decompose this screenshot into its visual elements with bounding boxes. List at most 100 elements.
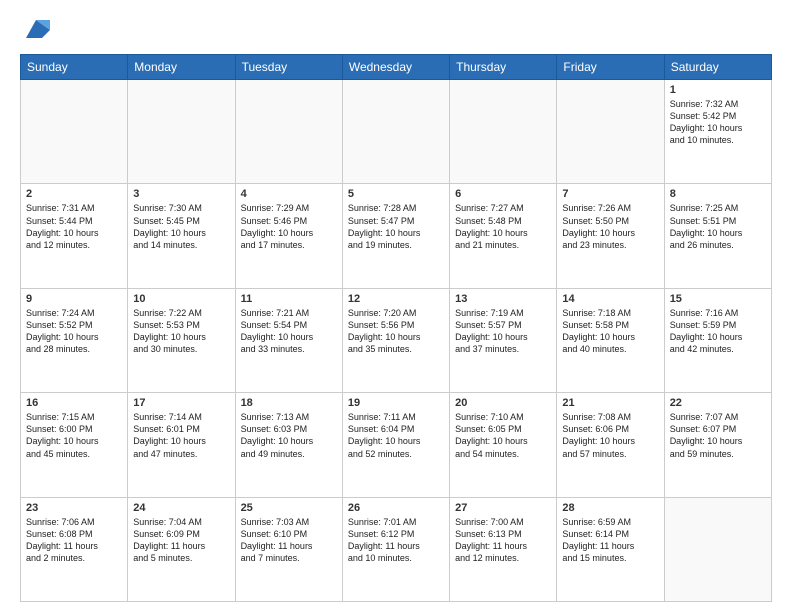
day-info: Sunrise: 7:19 AM Sunset: 5:57 PM Dayligh… xyxy=(455,307,551,356)
day-info: Sunrise: 7:15 AM Sunset: 6:00 PM Dayligh… xyxy=(26,411,122,460)
calendar-cell xyxy=(664,497,771,601)
day-number: 1 xyxy=(670,84,766,96)
header xyxy=(20,16,772,44)
day-number: 27 xyxy=(455,502,551,514)
day-number: 10 xyxy=(133,293,229,305)
day-number: 18 xyxy=(241,397,337,409)
calendar-cell: 16 Sunrise: 7:15 AM Sunset: 6:00 PM Dayli… xyxy=(21,393,128,497)
day-number: 6 xyxy=(455,188,551,200)
day-info: Sunrise: 7:29 AM Sunset: 5:46 PM Dayligh… xyxy=(241,202,337,251)
day-info: Sunrise: 7:03 AM Sunset: 6:10 PM Dayligh… xyxy=(241,516,337,565)
day-number: 9 xyxy=(26,293,122,305)
calendar-cell: 6 Sunrise: 7:27 AM Sunset: 5:48 PM Daylig… xyxy=(450,184,557,288)
day-number: 14 xyxy=(562,293,658,305)
calendar-cell: 21 Sunrise: 7:08 AM Sunset: 6:06 PM Dayli… xyxy=(557,393,664,497)
weekday-header-friday: Friday xyxy=(557,55,664,80)
day-number: 24 xyxy=(133,502,229,514)
logo-icon xyxy=(22,16,50,44)
day-number: 8 xyxy=(670,188,766,200)
day-info: Sunrise: 7:32 AM Sunset: 5:42 PM Dayligh… xyxy=(670,98,766,147)
day-info: Sunrise: 7:18 AM Sunset: 5:58 PM Dayligh… xyxy=(562,307,658,356)
calendar-week-3: 9 Sunrise: 7:24 AM Sunset: 5:52 PM Daylig… xyxy=(21,288,772,392)
day-number: 12 xyxy=(348,293,444,305)
day-info: Sunrise: 7:30 AM Sunset: 5:45 PM Dayligh… xyxy=(133,202,229,251)
day-number: 16 xyxy=(26,397,122,409)
day-number: 25 xyxy=(241,502,337,514)
calendar-cell: 18 Sunrise: 7:13 AM Sunset: 6:03 PM Dayli… xyxy=(235,393,342,497)
logo xyxy=(20,16,50,44)
day-info: Sunrise: 7:14 AM Sunset: 6:01 PM Dayligh… xyxy=(133,411,229,460)
day-info: Sunrise: 7:08 AM Sunset: 6:06 PM Dayligh… xyxy=(562,411,658,460)
calendar-cell: 19 Sunrise: 7:11 AM Sunset: 6:04 PM Dayli… xyxy=(342,393,449,497)
day-number: 4 xyxy=(241,188,337,200)
day-info: Sunrise: 7:10 AM Sunset: 6:05 PM Dayligh… xyxy=(455,411,551,460)
day-number: 17 xyxy=(133,397,229,409)
day-number: 5 xyxy=(348,188,444,200)
calendar-cell: 28Sunrise: 6:59 AM Sunset: 6:14 PM Dayli… xyxy=(557,497,664,601)
calendar-week-1: 1 Sunrise: 7:32 AM Sunset: 5:42 PM Daylig… xyxy=(21,80,772,184)
day-info: Sunrise: 7:16 AM Sunset: 5:59 PM Dayligh… xyxy=(670,307,766,356)
calendar-cell: 13 Sunrise: 7:19 AM Sunset: 5:57 PM Dayli… xyxy=(450,288,557,392)
calendar-cell: 10 Sunrise: 7:22 AM Sunset: 5:53 PM Dayli… xyxy=(128,288,235,392)
calendar-cell: 24 Sunrise: 7:04 AM Sunset: 6:09 PM Dayli… xyxy=(128,497,235,601)
weekday-header-thursday: Thursday xyxy=(450,55,557,80)
calendar-cell: 22 Sunrise: 7:07 AM Sunset: 6:07 PM Dayli… xyxy=(664,393,771,497)
day-info: Sunrise: 7:31 AM Sunset: 5:44 PM Dayligh… xyxy=(26,202,122,251)
calendar-cell: 5 Sunrise: 7:28 AM Sunset: 5:47 PM Daylig… xyxy=(342,184,449,288)
calendar-cell: 15 Sunrise: 7:16 AM Sunset: 5:59 PM Dayli… xyxy=(664,288,771,392)
day-number: 3 xyxy=(133,188,229,200)
day-info: Sunrise: 7:22 AM Sunset: 5:53 PM Dayligh… xyxy=(133,307,229,356)
calendar-cell: 23Sunrise: 7:06 AM Sunset: 6:08 PM Dayli… xyxy=(21,497,128,601)
calendar-cell xyxy=(235,80,342,184)
calendar-cell: 3 Sunrise: 7:30 AM Sunset: 5:45 PM Daylig… xyxy=(128,184,235,288)
calendar-cell xyxy=(557,80,664,184)
calendar-week-4: 16 Sunrise: 7:15 AM Sunset: 6:00 PM Dayli… xyxy=(21,393,772,497)
day-number: 22 xyxy=(670,397,766,409)
calendar-cell: 20 Sunrise: 7:10 AM Sunset: 6:05 PM Dayli… xyxy=(450,393,557,497)
calendar-cell: 17 Sunrise: 7:14 AM Sunset: 6:01 PM Dayli… xyxy=(128,393,235,497)
calendar-cell: 14 Sunrise: 7:18 AM Sunset: 5:58 PM Dayli… xyxy=(557,288,664,392)
day-info: Sunrise: 7:11 AM Sunset: 6:04 PM Dayligh… xyxy=(348,411,444,460)
calendar-cell: 4 Sunrise: 7:29 AM Sunset: 5:46 PM Daylig… xyxy=(235,184,342,288)
calendar-cell: 9 Sunrise: 7:24 AM Sunset: 5:52 PM Daylig… xyxy=(21,288,128,392)
day-number: 7 xyxy=(562,188,658,200)
day-number: 28 xyxy=(562,502,658,514)
day-info: Sunrise: 7:27 AM Sunset: 5:48 PM Dayligh… xyxy=(455,202,551,251)
weekday-header-sunday: Sunday xyxy=(21,55,128,80)
calendar-week-5: 23Sunrise: 7:06 AM Sunset: 6:08 PM Dayli… xyxy=(21,497,772,601)
day-info: Sunrise: 7:04 AM Sunset: 6:09 PM Dayligh… xyxy=(133,516,229,565)
day-info: Sunrise: 7:13 AM Sunset: 6:03 PM Dayligh… xyxy=(241,411,337,460)
calendar-cell: 26 Sunrise: 7:01 AM Sunset: 6:12 PM Dayli… xyxy=(342,497,449,601)
calendar-cell: 25 Sunrise: 7:03 AM Sunset: 6:10 PM Dayli… xyxy=(235,497,342,601)
weekday-header-monday: Monday xyxy=(128,55,235,80)
day-number: 13 xyxy=(455,293,551,305)
calendar-cell: 27Sunrise: 7:00 AM Sunset: 6:13 PM Dayli… xyxy=(450,497,557,601)
day-info: Sunrise: 7:24 AM Sunset: 5:52 PM Dayligh… xyxy=(26,307,122,356)
day-number: 26 xyxy=(348,502,444,514)
weekday-header-row: SundayMondayTuesdayWednesdayThursdayFrid… xyxy=(21,55,772,80)
weekday-header-wednesday: Wednesday xyxy=(342,55,449,80)
day-number: 15 xyxy=(670,293,766,305)
day-info: Sunrise: 7:20 AM Sunset: 5:56 PM Dayligh… xyxy=(348,307,444,356)
calendar-cell xyxy=(342,80,449,184)
day-info: Sunrise: 7:06 AM Sunset: 6:08 PM Dayligh… xyxy=(26,516,122,565)
day-number: 19 xyxy=(348,397,444,409)
day-info: Sunrise: 7:01 AM Sunset: 6:12 PM Dayligh… xyxy=(348,516,444,565)
calendar-week-2: 2Sunrise: 7:31 AM Sunset: 5:44 PM Daylig… xyxy=(21,184,772,288)
day-info: Sunrise: 7:07 AM Sunset: 6:07 PM Dayligh… xyxy=(670,411,766,460)
calendar-cell xyxy=(128,80,235,184)
day-info: Sunrise: 7:28 AM Sunset: 5:47 PM Dayligh… xyxy=(348,202,444,251)
calendar-table: SundayMondayTuesdayWednesdayThursdayFrid… xyxy=(20,54,772,602)
day-info: Sunrise: 7:21 AM Sunset: 5:54 PM Dayligh… xyxy=(241,307,337,356)
calendar-cell xyxy=(21,80,128,184)
day-number: 20 xyxy=(455,397,551,409)
calendar-cell: 2Sunrise: 7:31 AM Sunset: 5:44 PM Daylig… xyxy=(21,184,128,288)
calendar-cell: 11Sunrise: 7:21 AM Sunset: 5:54 PM Dayli… xyxy=(235,288,342,392)
page: SundayMondayTuesdayWednesdayThursdayFrid… xyxy=(0,0,792,612)
day-number: 21 xyxy=(562,397,658,409)
calendar-cell: 12 Sunrise: 7:20 AM Sunset: 5:56 PM Dayli… xyxy=(342,288,449,392)
calendar-cell: 1 Sunrise: 7:32 AM Sunset: 5:42 PM Daylig… xyxy=(664,80,771,184)
weekday-header-tuesday: Tuesday xyxy=(235,55,342,80)
weekday-header-saturday: Saturday xyxy=(664,55,771,80)
day-info: Sunrise: 7:25 AM Sunset: 5:51 PM Dayligh… xyxy=(670,202,766,251)
